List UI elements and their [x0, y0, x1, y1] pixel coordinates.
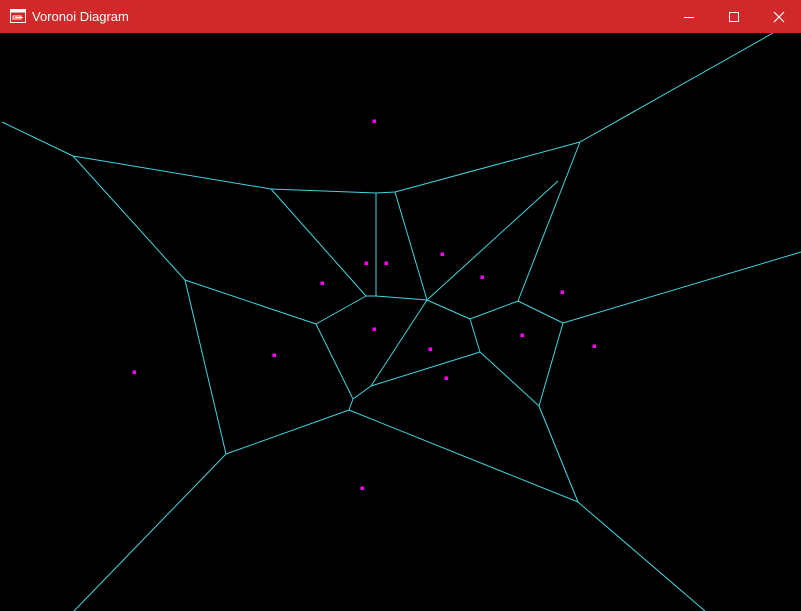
voronoi-edge — [72, 155, 272, 190]
voronoi-window: Voronoi Diagram — [0, 0, 801, 611]
voronoi-edge — [315, 323, 354, 400]
voronoi-site — [372, 119, 376, 123]
voronoi-edge — [394, 191, 428, 301]
voronoi-edge — [469, 300, 519, 320]
voronoi-edge — [72, 155, 186, 281]
voronoi-sites — [132, 119, 596, 490]
voronoi-site — [320, 281, 324, 285]
voronoi-site — [272, 353, 276, 357]
voronoi-edge — [348, 398, 354, 411]
window-title: Voronoi Diagram — [32, 9, 129, 24]
voronoi-canvas — [1, 33, 801, 611]
voronoi-site — [132, 370, 136, 374]
title-bar[interactable]: Voronoi Diagram — [0, 0, 801, 33]
voronoi-site — [520, 333, 524, 337]
voronoi-site — [560, 290, 564, 294]
voronoi-edge — [270, 188, 377, 194]
voronoi-edge — [375, 295, 428, 301]
voronoi-edge — [352, 385, 372, 400]
voronoi-edge — [517, 300, 564, 324]
voronoi-edge — [370, 299, 428, 387]
voronoi-site — [384, 261, 388, 265]
voronoi-edge — [375, 191, 396, 194]
voronoi-edge — [225, 409, 350, 455]
minimize-icon — [683, 11, 695, 23]
voronoi-edge — [426, 180, 559, 301]
maximize-button[interactable] — [711, 0, 757, 33]
voronoi-edge — [538, 322, 564, 407]
close-icon — [773, 11, 785, 23]
voronoi-edge — [579, 33, 774, 143]
voronoi-edge — [348, 409, 579, 503]
voronoi-edge — [479, 351, 540, 407]
voronoi-edges — [1, 33, 801, 611]
voronoi-site — [480, 275, 484, 279]
close-button[interactable] — [756, 0, 801, 33]
voronoi-edge — [270, 188, 367, 297]
voronoi-site — [372, 327, 376, 331]
voronoi-site — [444, 376, 448, 380]
voronoi-edge — [426, 299, 471, 320]
voronoi-edge — [370, 351, 481, 387]
voronoi-edge — [538, 405, 579, 503]
window-border — [0, 33, 2, 611]
voronoi-site — [440, 252, 444, 256]
voronoi-edge — [469, 318, 481, 353]
voronoi-site — [592, 344, 596, 348]
voronoi-edge — [315, 295, 367, 325]
maximize-icon — [728, 11, 740, 23]
voronoi-edge — [73, 453, 227, 611]
minimize-button[interactable] — [666, 0, 712, 33]
voronoi-edge — [184, 279, 317, 325]
app-window-icon[interactable] — [10, 9, 26, 23]
voronoi-edge — [1, 121, 74, 157]
voronoi-edge — [184, 279, 227, 455]
voronoi-edge — [394, 141, 581, 193]
voronoi-edge — [577, 501, 706, 611]
voronoi-edge — [517, 141, 581, 302]
voronoi-site — [360, 486, 364, 490]
voronoi-site — [428, 347, 432, 351]
voronoi-site — [364, 261, 368, 265]
voronoi-edge — [562, 251, 801, 324]
